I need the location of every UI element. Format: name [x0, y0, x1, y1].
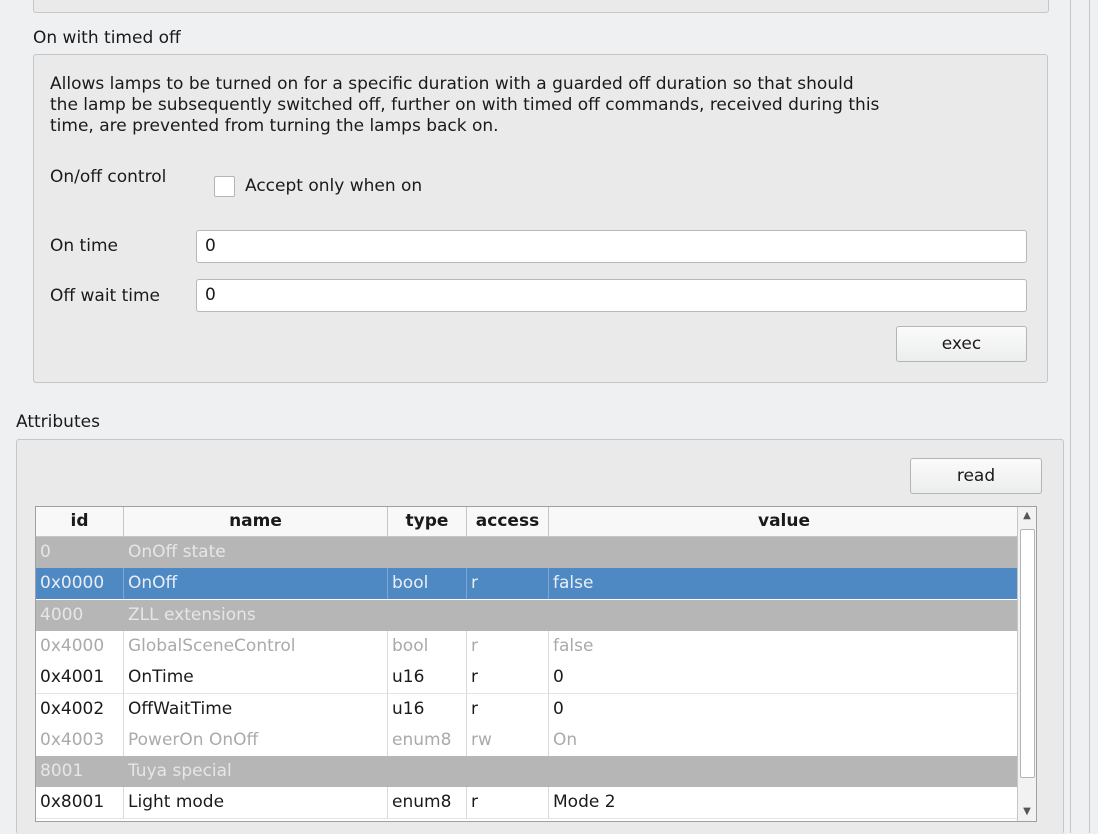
cell-id: 0: [40, 542, 51, 562]
cell-access: r: [467, 568, 549, 600]
attributes-title: Attributes: [16, 412, 100, 432]
timed-off-title: On with timed off: [33, 28, 181, 48]
table-row[interactable]: 0x4003 PowerOn OnOff enum8 rw On: [36, 724, 1019, 757]
cell-access: [467, 756, 549, 787]
timed-off-description-line-1: Allows lamps to be turned on for a speci…: [50, 74, 854, 94]
table-header: id name type access value: [36, 507, 1019, 537]
cell-access: r: [467, 693, 549, 725]
cell-name: PowerOn OnOff: [124, 724, 388, 756]
cell-name: OnTime: [124, 662, 388, 694]
column-header-id[interactable]: id: [36, 507, 124, 536]
accept-only-when-on-label[interactable]: Accept only when on: [245, 176, 422, 196]
cell-id: 0x0000: [36, 568, 124, 600]
on-time-label: On time: [50, 236, 118, 256]
accept-only-when-on-checkbox[interactable]: [214, 176, 235, 197]
timed-off-description-line-3: time, are prevented from turning the lam…: [50, 116, 499, 136]
cell-type: bool: [388, 568, 467, 600]
cell-id: 0x4002: [36, 693, 124, 725]
column-header-access[interactable]: access: [467, 507, 549, 536]
cell-value: On: [553, 729, 578, 750]
scroll-down-icon[interactable]: ▼: [1018, 803, 1036, 821]
table-group-row[interactable]: 4000 ZLL extensions: [36, 599, 1019, 631]
column-header-type[interactable]: type: [388, 507, 467, 536]
cell-name: GlobalSceneControl: [124, 630, 388, 662]
outer-scrollbar-edge[interactable]: [1070, 0, 1090, 833]
table-row[interactable]: 0x4001 OnTime u16 r 0: [36, 662, 1019, 695]
column-header-value[interactable]: value: [549, 507, 1019, 536]
cell-id: 0x8001: [36, 787, 124, 819]
table-vertical-scrollbar[interactable]: ▲ ▼: [1017, 507, 1036, 821]
exec-button[interactable]: exec: [896, 326, 1027, 362]
table-row[interactable]: 0x4002 OffWaitTime u16 r 0: [36, 693, 1019, 726]
cell-type: bool: [388, 630, 467, 662]
table-group-row[interactable]: 0 OnOff state: [36, 537, 1019, 568]
off-wait-time-label: Off wait time: [50, 286, 161, 306]
cell-type: [388, 600, 467, 631]
off-wait-time-input[interactable]: 0: [196, 279, 1027, 312]
cell-type: enum8: [388, 787, 467, 819]
cell-access: r: [467, 630, 549, 662]
table-row[interactable]: 0x8001 Light mode enum8 r Mode 2: [36, 787, 1019, 820]
cell-access: r: [467, 787, 549, 819]
cell-id: 0x4003: [36, 724, 124, 756]
cell-value: Mode 2: [553, 792, 616, 813]
cell-value: 0: [553, 698, 564, 719]
scrollbar-handle[interactable]: [1020, 529, 1035, 778]
cell-value: 0: [553, 667, 564, 688]
cell-access: [467, 537, 549, 568]
cell-name: OffWaitTime: [124, 693, 388, 725]
cell-value: [549, 537, 1019, 568]
cell-id: 0x4001: [36, 662, 124, 694]
cell-id: 4000: [40, 604, 84, 625]
cell-value: false: [553, 635, 594, 656]
cell-type: u16: [388, 662, 467, 694]
cell-value: [549, 600, 1019, 631]
attributes-table: id name type access value 0 OnOff state 0x…: [35, 506, 1037, 822]
onoff-control-label: On/off control: [50, 167, 167, 187]
table-group-row[interactable]: 8001 Tuya special: [36, 756, 1019, 788]
on-time-input[interactable]: 0: [196, 230, 1027, 263]
scroll-up-icon[interactable]: ▲: [1018, 507, 1036, 525]
table-row[interactable]: 0x4000 GlobalSceneControl bool r false: [36, 630, 1019, 663]
read-button[interactable]: read: [910, 458, 1042, 494]
cell-type: [388, 537, 467, 568]
cell-id: 0x4000: [36, 630, 124, 662]
cell-name: Tuya special: [128, 761, 232, 782]
cell-access: rw: [467, 724, 549, 756]
cell-value: false: [553, 573, 594, 594]
cell-type: u16: [388, 693, 467, 725]
column-header-name[interactable]: name: [124, 507, 388, 536]
cell-type: [388, 756, 467, 787]
cell-access: [467, 600, 549, 631]
previous-groupbox-edge: [33, 0, 1049, 13]
timed-off-description-line-2: the lamp be subsequently switched off, f…: [50, 95, 880, 115]
cell-id: 8001: [40, 761, 84, 782]
cell-value: [549, 756, 1019, 787]
cell-name: ZLL extensions: [128, 604, 256, 625]
cell-access: r: [467, 662, 549, 694]
cell-name: OnOff: [124, 568, 388, 600]
cell-type: enum8: [388, 724, 467, 756]
table-row[interactable]: 0x0000 OnOff bool r false: [36, 568, 1019, 600]
cell-name: Light mode: [124, 787, 388, 819]
cell-name: OnOff state: [128, 542, 226, 562]
